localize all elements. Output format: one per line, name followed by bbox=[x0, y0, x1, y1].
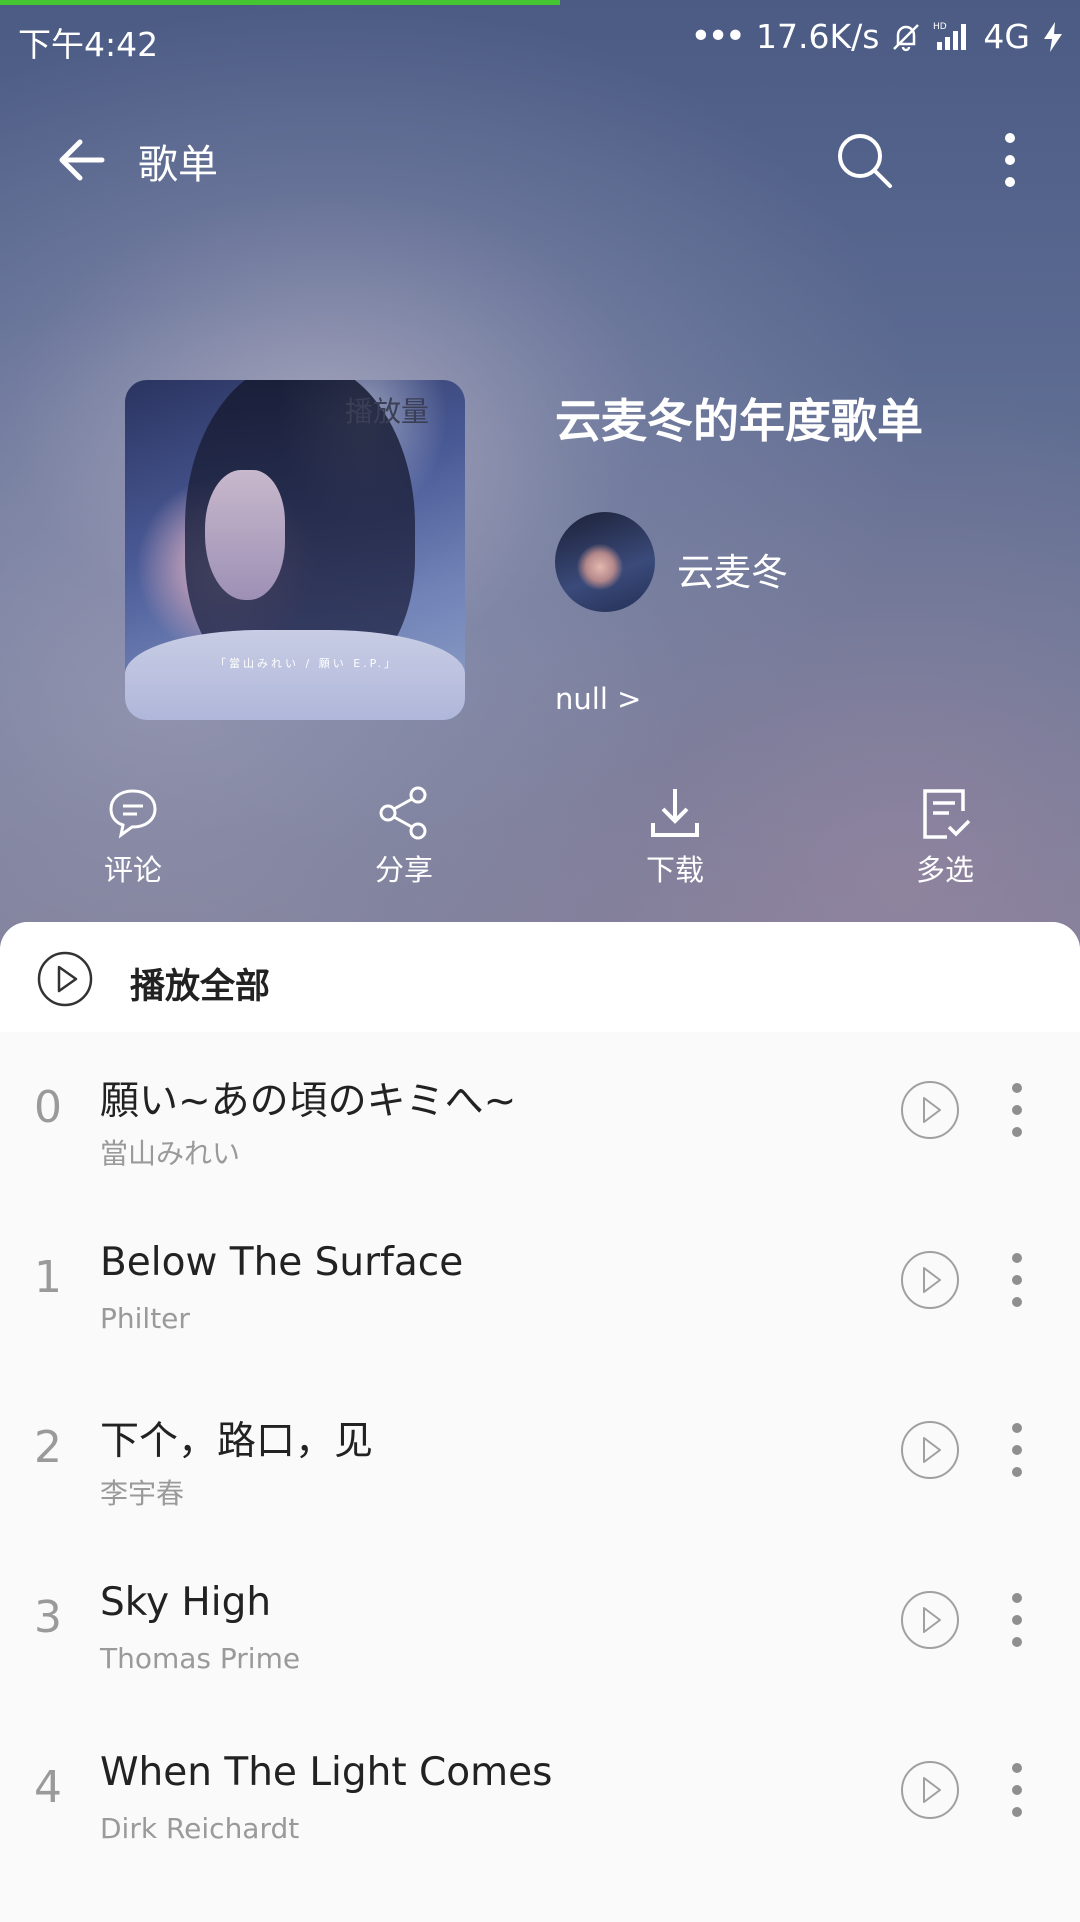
play-icon[interactable] bbox=[900, 1420, 960, 1480]
song-artist: 當山みれい bbox=[100, 1137, 241, 1170]
playlist-title: 云麦冬的年度歌单 bbox=[555, 394, 923, 448]
play-circle-icon bbox=[37, 951, 93, 1007]
song-title: Below The Surface bbox=[100, 1240, 464, 1285]
creator-name[interactable]: 云麦冬 bbox=[677, 542, 788, 596]
song-artist: Philter bbox=[100, 1302, 190, 1335]
song-title: When The Light Comes bbox=[100, 1750, 553, 1795]
charging-icon bbox=[1044, 21, 1062, 52]
song-index: 0 bbox=[34, 1082, 62, 1133]
comment-icon bbox=[109, 789, 157, 839]
more-vertical-icon[interactable] bbox=[1000, 1248, 1034, 1312]
cover-art-shirt bbox=[125, 630, 465, 720]
comment-label: 评论 bbox=[103, 853, 162, 887]
play-icon[interactable] bbox=[900, 1080, 960, 1140]
cover-art-face bbox=[205, 470, 285, 600]
app-bar: 歌单 bbox=[0, 110, 1080, 210]
hd-signal-icon: HD bbox=[933, 22, 967, 50]
playlist-cover[interactable]: 「當山みれい / 願い E.P.」 播放量 bbox=[125, 380, 465, 720]
multi-select-icon bbox=[923, 789, 971, 839]
play-icon[interactable] bbox=[900, 1760, 960, 1820]
more-vertical-icon[interactable] bbox=[1000, 1758, 1034, 1822]
search-icon[interactable] bbox=[832, 128, 896, 192]
play-all-button[interactable]: 播放全部 bbox=[0, 922, 1080, 1032]
back-arrow-icon[interactable] bbox=[52, 130, 112, 190]
share-icon bbox=[379, 786, 427, 840]
more-vertical-icon[interactable] bbox=[1000, 1418, 1034, 1482]
cover-caption: 「當山みれい / 願い E.P.」 bbox=[215, 657, 399, 670]
download-button[interactable]: 下载 bbox=[605, 785, 745, 889]
play-icon[interactable] bbox=[900, 1250, 960, 1310]
status-bar: 下午4:42 ••• 17.6K/s HD 4G bbox=[0, 0, 1080, 74]
multi-select-label: 多选 bbox=[915, 853, 974, 887]
page-title: 歌单 bbox=[138, 142, 218, 188]
network-speed: 17.6K/s bbox=[755, 17, 880, 56]
status-time: 下午4:42 bbox=[18, 25, 159, 64]
share-button[interactable]: 分享 bbox=[334, 785, 474, 889]
multi-select-button[interactable]: 多选 bbox=[875, 785, 1015, 889]
song-index: 1 bbox=[34, 1252, 62, 1303]
song-row[interactable]: 0 願い~あの頃のキミへ~ 當山みれい bbox=[0, 1032, 1080, 1202]
song-row[interactable]: 2 下个，路口，见 李宇春 bbox=[0, 1372, 1080, 1542]
play-count-label: 播放量 bbox=[345, 395, 430, 428]
mute-icon bbox=[893, 23, 920, 51]
playlist-description-link[interactable]: null > bbox=[555, 682, 641, 716]
song-artist: Dirk Reichardt bbox=[100, 1812, 300, 1845]
song-title: Sky High bbox=[100, 1580, 272, 1625]
song-row[interactable]: 3 Sky High Thomas Prime bbox=[0, 1542, 1080, 1712]
song-row[interactable]: 4 When The Light Comes Dirk Reichardt bbox=[0, 1712, 1080, 1882]
more-vertical-icon[interactable] bbox=[1000, 1078, 1034, 1142]
more-vertical-icon[interactable] bbox=[1000, 1588, 1034, 1652]
song-title: 願い~あの頃のキミへ~ bbox=[100, 1079, 517, 1124]
song-index: 3 bbox=[34, 1592, 62, 1643]
download-label: 下载 bbox=[645, 853, 704, 887]
share-label: 分享 bbox=[374, 853, 433, 887]
song-artist: Thomas Prime bbox=[100, 1642, 301, 1675]
more-vertical-icon[interactable] bbox=[990, 128, 1030, 192]
song-index: 4 bbox=[34, 1762, 62, 1813]
status-indicators: ••• 17.6K/s HD 4G bbox=[690, 16, 1066, 57]
download-icon bbox=[651, 789, 699, 837]
more-dots-icon: ••• bbox=[690, 16, 746, 57]
song-list-sheet: 播放全部 0 願い~あの頃のキミへ~ 當山みれい 1 Below The Sur… bbox=[0, 922, 1080, 1922]
song-title: 下个，路口，见 bbox=[100, 1419, 374, 1464]
play-icon[interactable] bbox=[900, 1590, 960, 1650]
play-all-label: 播放全部 bbox=[130, 967, 271, 1007]
action-bar: 评论 分享 下载 多选 bbox=[0, 785, 1080, 895]
svg-text:HD: HD bbox=[933, 22, 947, 32]
network-type: 4G bbox=[983, 17, 1030, 56]
song-index: 2 bbox=[34, 1422, 62, 1473]
creator-avatar[interactable] bbox=[555, 512, 655, 612]
song-artist: 李宇春 bbox=[100, 1477, 185, 1510]
comment-button[interactable]: 评论 bbox=[63, 785, 203, 889]
song-row[interactable]: 1 Below The Surface Philter bbox=[0, 1202, 1080, 1372]
